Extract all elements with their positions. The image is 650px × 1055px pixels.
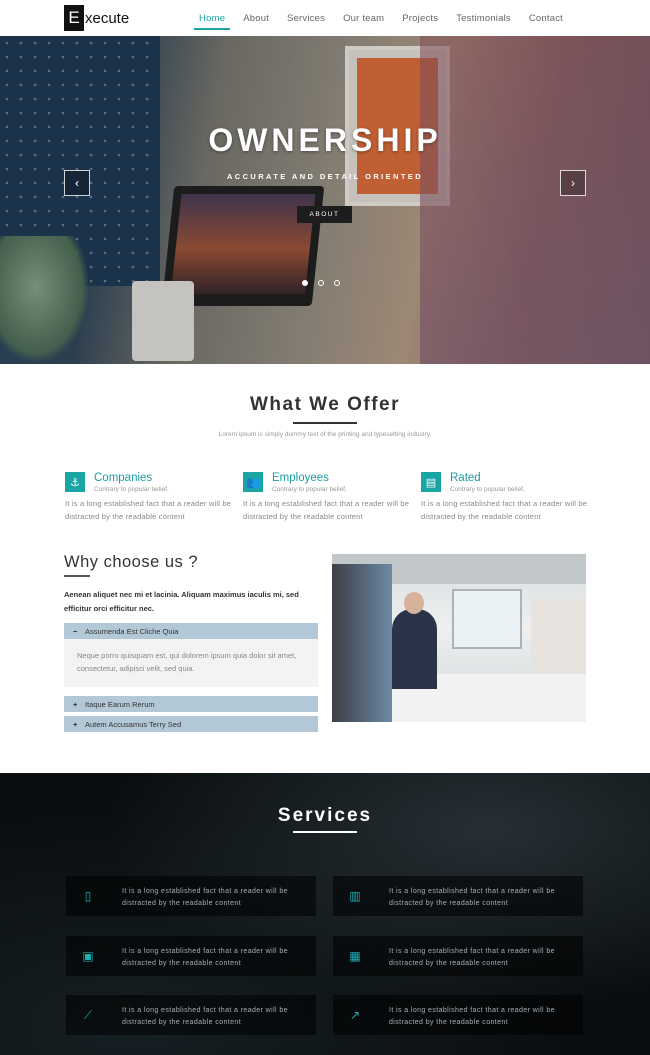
slider-dot-3[interactable]	[334, 280, 340, 286]
why-lead-text: Aenean aliquet nec mi et lacinia. Aliqua…	[64, 590, 299, 613]
service-card: ▦ It is a long established fact that a r…	[333, 936, 583, 976]
why-section-title: Why choose us ?	[64, 553, 199, 571]
minus-icon: −	[73, 626, 78, 636]
line-chart-icon: ⟋	[83, 1007, 93, 1022]
nav-our-team[interactable]: Our team	[334, 0, 393, 36]
nav-about[interactable]: About	[234, 0, 278, 36]
service-text: It is a long established fact that a rea…	[389, 1007, 555, 1026]
feature-tagline: Contrary to popular belief,	[272, 486, 347, 493]
slider-dot-1[interactable]	[302, 280, 308, 286]
hero-title: OWNERSHIP	[208, 122, 442, 158]
feature-tagline: Contrary to popular belief,	[94, 486, 169, 493]
hero-slider: OWNERSHIP ACCURATE AND DETAIL ORIENTED A…	[0, 36, 650, 364]
why-title-divider	[64, 575, 90, 577]
nav-testimonials[interactable]: Testimonials	[447, 0, 520, 36]
plus-icon: +	[73, 699, 78, 709]
accordion-item-3: + Autem Accusamus Terry Sed	[64, 716, 318, 732]
nav-contact[interactable]: Contact	[520, 0, 572, 36]
nav-home[interactable]: Home	[190, 0, 234, 36]
logo-text: xecute	[85, 9, 130, 27]
offer-section-title: What We Offer	[249, 394, 401, 415]
briefcase-icon: ▣	[82, 949, 94, 963]
plus-icon: +	[73, 719, 78, 729]
slider-next-arrow-icon[interactable]: ›	[560, 170, 586, 196]
accordion-body: Neque porro quisquam est, qui dolorem ip…	[64, 639, 318, 687]
page: E xecute Home About Services Our team Pr…	[0, 0, 650, 1055]
feature-text: It is a long established fact that a rea…	[65, 499, 232, 521]
service-card: ⟋ It is a long established fact that a r…	[66, 995, 316, 1035]
logo-mark: E	[64, 5, 84, 31]
feature-text: It is a long established fact that a rea…	[243, 499, 410, 521]
hero-about-button[interactable]: ABOUT	[297, 206, 352, 223]
feature-text: It is a long established fact that a rea…	[421, 499, 588, 521]
nav-menu: Home About Services Our team Projects Te…	[190, 0, 572, 36]
nav-projects[interactable]: Projects	[393, 0, 447, 36]
slider-prev-arrow-icon[interactable]: ‹	[64, 170, 90, 196]
office-meeting-photo	[332, 554, 586, 722]
users-icon: 👥	[243, 472, 263, 492]
feature-title: Employees	[272, 472, 329, 484]
external-link-icon: ↗	[349, 1008, 361, 1022]
anchor-icon: ⚓	[65, 472, 85, 492]
accordion-item-2: + Itaque Earum Rerum	[64, 696, 318, 712]
offer-section-subtitle: Lorem ipsum is simply dummy text of the …	[218, 431, 432, 438]
feature-title: Companies	[94, 472, 153, 484]
nav-services[interactable]: Services	[278, 0, 334, 36]
slider-dot-2[interactable]	[318, 280, 324, 286]
calendar-icon: ▦	[349, 949, 361, 963]
accordion-header[interactable]: + Itaque Earum Rerum	[64, 696, 318, 712]
offer-title-divider	[293, 422, 357, 424]
accordion-header[interactable]: + Autem Accusamus Terry Sed	[64, 716, 318, 732]
service-card: ▣ It is a long established fact that a r…	[66, 936, 316, 976]
accordion-item-1: − Assumenda Est Cliche Quia Neque porro …	[64, 623, 318, 687]
service-card: ↗ It is a long established fact that a r…	[333, 995, 583, 1035]
services-section: Services ▯ It is a long established fact…	[0, 773, 650, 1055]
accordion-label: Itaque Earum Rerum	[85, 699, 155, 709]
services-title-divider	[293, 831, 357, 833]
accordion-label: Assumenda Est Cliche Quia	[85, 626, 179, 636]
service-text: It is a long established fact that a rea…	[122, 1007, 288, 1026]
certificate-icon: ▤	[421, 472, 441, 492]
feature-tagline: Contrary to popular belief,	[450, 486, 525, 493]
bar-chart-icon: ▥	[349, 889, 361, 903]
service-text: It is a long established fact that a rea…	[389, 888, 555, 907]
mobile-icon: ▯	[84, 889, 92, 903]
logo[interactable]: E xecute	[64, 5, 129, 31]
service-text: It is a long established fact that a rea…	[122, 888, 288, 907]
hero-subtitle: ACCURATE AND DETAIL ORIENTED	[226, 172, 424, 181]
feature-title: Rated	[450, 472, 481, 484]
service-text: It is a long established fact that a rea…	[389, 948, 555, 967]
accordion-header[interactable]: − Assumenda Est Cliche Quia	[64, 623, 318, 639]
top-navbar: E xecute Home About Services Our team Pr…	[0, 0, 650, 36]
service-text: It is a long established fact that a rea…	[122, 948, 288, 967]
accordion-label: Autem Accusamus Terry Sed	[85, 719, 182, 729]
service-card: ▯ It is a long established fact that a r…	[66, 876, 316, 916]
service-card: ▥ It is a long established fact that a r…	[333, 876, 583, 916]
slider-dots	[302, 280, 340, 286]
services-section-title: Services	[277, 805, 373, 826]
